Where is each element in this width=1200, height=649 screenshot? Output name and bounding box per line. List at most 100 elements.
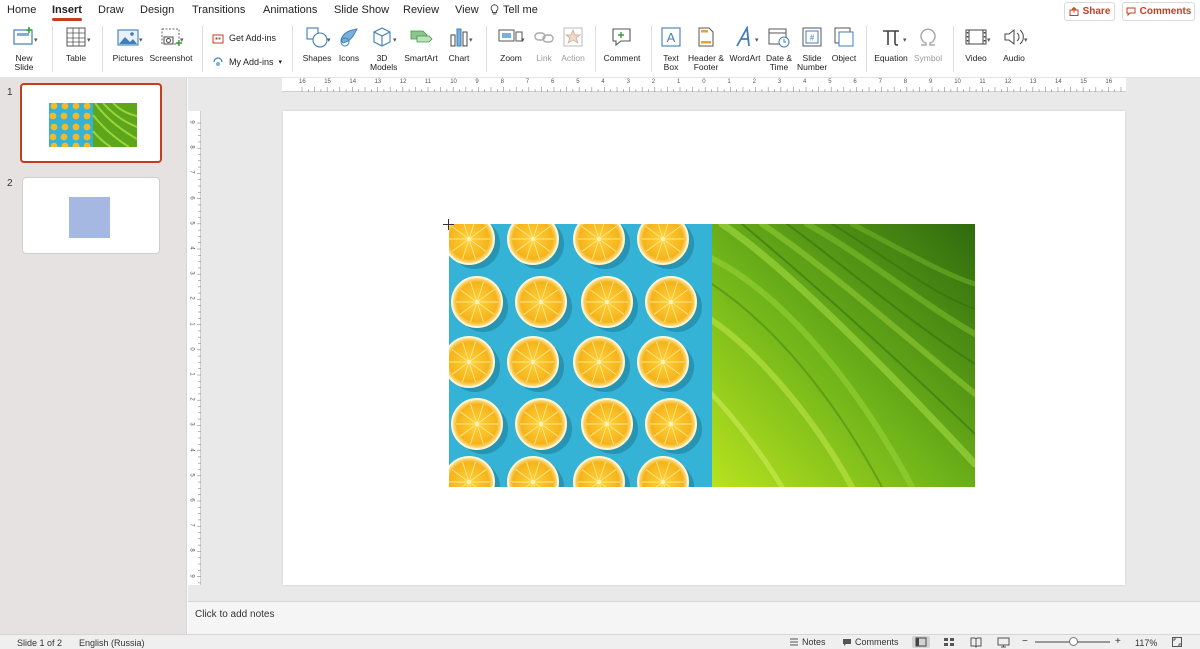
picture-oranges[interactable] — [449, 224, 712, 487]
symbol-button[interactable]: Symbol — [911, 24, 945, 63]
notes-toggle-label: Notes — [802, 637, 826, 647]
new-slide-button[interactable]: New Slide — [6, 24, 42, 72]
zoom-level[interactable]: 117% — [1135, 638, 1157, 648]
text-box-button[interactable]: A Text Box — [657, 24, 685, 72]
tell-me-search[interactable]: Tell me — [490, 4, 538, 16]
tab-slide-show[interactable]: Slide Show — [334, 4, 389, 16]
chevron-down-icon[interactable]: ▾ — [87, 36, 91, 44]
screenshot-button[interactable]: Screenshot — [148, 24, 194, 63]
language-indicator[interactable]: English (Russia) — [79, 638, 145, 648]
fit-slide-button[interactable] — [1171, 636, 1183, 649]
slide-sorter-button[interactable] — [943, 636, 955, 649]
get-addins-label: Get Add-ins — [229, 33, 277, 43]
table-label: Table — [65, 53, 87, 63]
3d-models-label: 3D Models — [370, 53, 398, 72]
chevron-down-icon[interactable]: ▾ — [393, 36, 397, 44]
get-addins-button[interactable]: Get Add-ins — [212, 32, 276, 44]
picture-leaf[interactable] — [712, 224, 975, 487]
slide-thumbnail-2[interactable] — [22, 177, 160, 254]
comment-icon — [843, 638, 851, 646]
icons-button[interactable]: Icons — [336, 24, 362, 63]
ruler-label: 8 — [188, 145, 195, 149]
3d-models-button[interactable]: 3D Models — [366, 24, 398, 72]
orange-slice — [573, 224, 625, 265]
equation-label: Equation — [874, 53, 908, 63]
orange-core — [597, 360, 601, 364]
ruler-label: 7 — [188, 523, 195, 527]
tab-view[interactable]: View — [455, 4, 479, 16]
tab-home[interactable]: Home — [7, 4, 36, 16]
my-addins-button[interactable]: My Add-ins ▾ — [212, 56, 282, 68]
tab-animations[interactable]: Animations — [263, 4, 317, 16]
text-box-icon: A — [658, 24, 684, 50]
comments-toggle-button[interactable]: Comments — [842, 637, 899, 647]
date-time-label: Date & Time — [766, 53, 792, 72]
audio-label: Audio — [1003, 53, 1025, 63]
ruler-label: 3 — [626, 79, 630, 85]
slide-thumbnail-number: 2 — [7, 178, 13, 189]
reading-view-button[interactable] — [970, 636, 982, 649]
ruler-label: 7 — [525, 79, 530, 85]
comments-button[interactable]: Comments — [1122, 2, 1195, 21]
zoom-slider-thumb[interactable] — [1069, 637, 1078, 646]
zoom-out-button[interactable]: − — [1022, 636, 1028, 647]
tell-me-label: Tell me — [503, 4, 538, 16]
orange-core — [661, 237, 665, 241]
header-footer-button[interactable]: Header & Footer — [687, 24, 725, 72]
object-button[interactable]: Object — [829, 24, 859, 63]
link-button[interactable]: Link — [532, 24, 556, 63]
chevron-down-icon[interactable]: ▾ — [755, 36, 759, 44]
smartart-button[interactable]: SmartArt — [402, 24, 440, 63]
tab-draw[interactable]: Draw — [98, 4, 124, 16]
ruler-label: 12 — [399, 79, 407, 85]
tab-review[interactable]: Review — [403, 4, 439, 16]
lightbulb-icon — [490, 4, 499, 15]
ruler-label: 6 — [551, 79, 555, 85]
ruler-label: 6 — [188, 195, 195, 200]
orange-core — [475, 422, 479, 426]
orange-core — [467, 237, 471, 241]
pi-icon — [878, 24, 904, 50]
tab-transitions[interactable]: Transitions — [192, 4, 245, 16]
tab-design[interactable]: Design — [140, 4, 174, 16]
chevron-down-icon[interactable]: ▾ — [987, 36, 991, 44]
chevron-down-icon[interactable]: ▾ — [903, 36, 907, 44]
ruler-label: 9 — [475, 79, 479, 85]
notes-pane[interactable]: Click to add notes — [188, 601, 1200, 634]
ruler-label: 4 — [188, 246, 195, 250]
orange-core — [531, 360, 535, 364]
ruler-label: 2 — [188, 296, 195, 301]
ruler-label: 3 — [777, 79, 782, 85]
notes-toggle-button[interactable]: Notes — [789, 637, 826, 647]
ribbon-divider — [953, 26, 954, 72]
chevron-down-icon[interactable]: ▾ — [521, 36, 525, 44]
film-icon — [963, 24, 989, 50]
zoom-in-button[interactable]: + — [1115, 636, 1121, 647]
presentation-icon — [997, 637, 1010, 648]
my-addins-label: My Add-ins — [229, 57, 274, 67]
normal-view-button[interactable] — [912, 636, 930, 648]
chevron-down-icon: ▾ — [278, 59, 283, 66]
comment-button[interactable]: Comment — [602, 24, 642, 63]
ruler-label: 7 — [878, 79, 882, 85]
tab-insert[interactable]: Insert — [52, 4, 82, 21]
ruler-label: 2 — [188, 397, 195, 401]
action-star-icon — [560, 24, 586, 50]
ribbon-tab-bar: Home Insert Draw Design Transitions Anim… — [0, 0, 1200, 22]
ruler-label: 3 — [188, 422, 195, 427]
chevron-down-icon[interactable]: ▾ — [180, 36, 184, 44]
ruler-label: 1 — [188, 372, 195, 376]
table-icon — [63, 24, 89, 50]
chevron-down-icon[interactable]: ▾ — [469, 36, 473, 44]
chevron-down-icon[interactable]: ▾ — [1024, 36, 1028, 44]
slide-number-label: Slide Number — [797, 53, 828, 72]
share-button[interactable]: Share — [1064, 2, 1115, 21]
chevron-down-icon[interactable]: ▾ — [327, 36, 331, 44]
chevron-down-icon[interactable]: ▾ — [34, 36, 38, 44]
chevron-down-icon[interactable]: ▾ — [139, 36, 143, 44]
action-button[interactable]: Action — [559, 24, 587, 63]
date-time-button[interactable]: Date & Time — [764, 24, 794, 72]
slide-number-button[interactable]: # Slide Number — [796, 24, 828, 72]
slide-thumbnail-1[interactable] — [20, 83, 162, 163]
slideshow-button[interactable] — [997, 636, 1010, 649]
